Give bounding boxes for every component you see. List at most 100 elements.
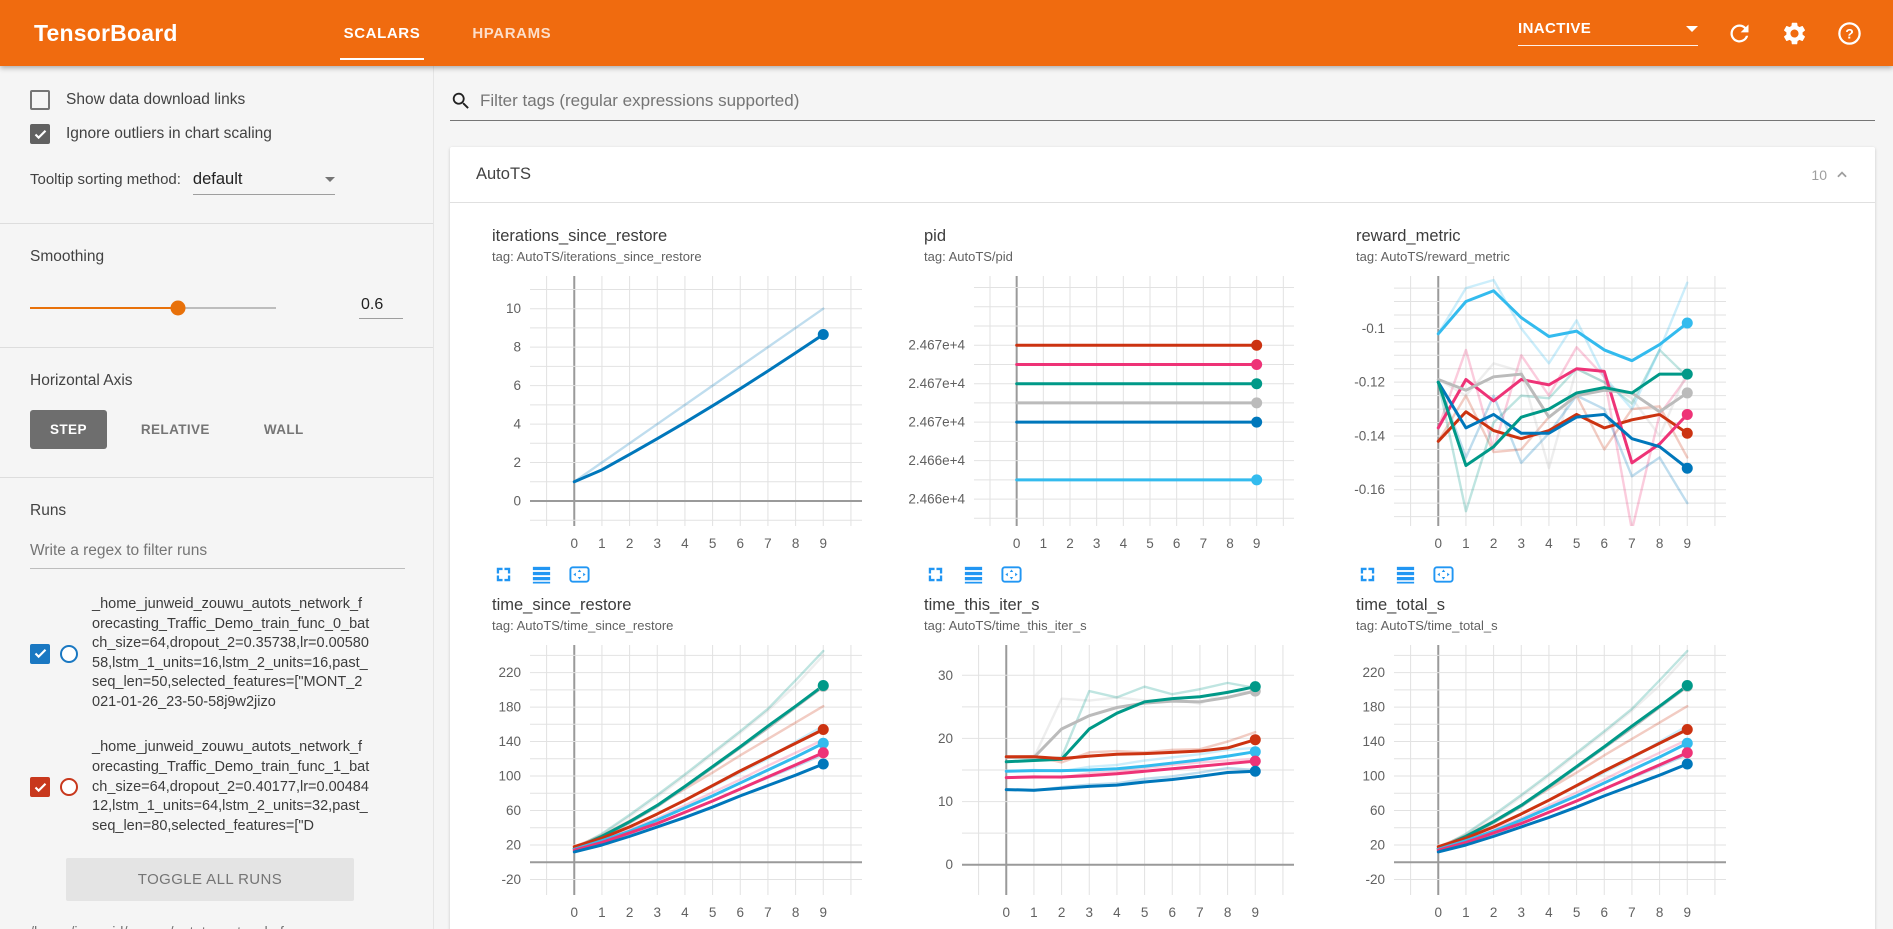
tab-scalars[interactable]: SCALARS — [318, 0, 447, 66]
svg-text:2: 2 — [1490, 536, 1498, 551]
svg-text:60: 60 — [1370, 803, 1385, 818]
run-radio[interactable] — [60, 645, 78, 663]
svg-text:-0.16: -0.16 — [1354, 482, 1385, 497]
svg-text:3: 3 — [654, 536, 662, 551]
chart-plot[interactable]: 0123456789-0.1-0.12-0.14-0.16 — [1336, 268, 1738, 556]
svg-text:8: 8 — [792, 905, 800, 920]
checkbox-unchecked[interactable] — [30, 90, 50, 110]
general-settings-section: Show data download links Ignore outliers… — [0, 66, 433, 224]
svg-text:30: 30 — [938, 668, 953, 683]
check-icon — [33, 780, 48, 795]
svg-text:3: 3 — [1093, 536, 1101, 551]
toggle-runs-selector-icon[interactable] — [1394, 563, 1417, 586]
svg-text:7: 7 — [764, 536, 772, 551]
chart-title: pid — [924, 227, 1336, 246]
svg-text:1: 1 — [1040, 536, 1048, 551]
show-download-links-checkbox-row[interactable]: Show data download links — [30, 90, 403, 110]
chart-plot[interactable]: 0123456789-202060100140180220 — [1336, 637, 1738, 925]
section-collapse-control[interactable]: 10 — [1811, 167, 1849, 183]
svg-text:3: 3 — [1086, 905, 1094, 920]
settings-gear-icon[interactable] — [1781, 20, 1808, 47]
run-item[interactable]: _home_junweid_zouwu_autots_network_forec… — [30, 595, 405, 712]
svg-text:4: 4 — [1545, 536, 1553, 551]
runs-filter-input[interactable] — [30, 538, 405, 569]
chart-plot[interactable]: 01234567890102030 — [904, 637, 1306, 925]
chart-plot[interactable]: 01234567890246810 — [472, 268, 874, 556]
chart-plot[interactable]: 01234567892.467e+42.467e+42.467e+42.466e… — [904, 268, 1306, 556]
svg-text:-20: -20 — [501, 872, 521, 887]
svg-text:3: 3 — [1518, 536, 1526, 551]
svg-text:2: 2 — [1490, 905, 1498, 920]
svg-text:9: 9 — [1252, 905, 1260, 920]
svg-text:1: 1 — [1462, 905, 1470, 920]
tag-filter-input[interactable] — [480, 91, 1875, 111]
run-item[interactable]: _home_junweid_zouwu_autots_network_forec… — [30, 738, 405, 836]
data-status-select[interactable]: INACTIVE — [1518, 20, 1698, 46]
svg-text:-0.14: -0.14 — [1354, 428, 1385, 443]
svg-text:5: 5 — [1573, 905, 1581, 920]
svg-text:0: 0 — [513, 494, 521, 509]
toggle-runs-selector-icon[interactable] — [530, 563, 553, 586]
svg-text:220: 220 — [1362, 665, 1385, 680]
horizontal-axis-buttons: STEP RELATIVE WALL — [30, 410, 403, 449]
toggle-runs-selector-icon[interactable] — [962, 563, 985, 586]
svg-text:2.466e+4: 2.466e+4 — [908, 492, 965, 507]
app-header: TensorBoard SCALARS HPARAMS INACTIVE ? — [0, 0, 1893, 66]
svg-text:8: 8 — [1224, 905, 1232, 920]
chart-toolbar — [1356, 563, 1768, 586]
svg-text:6: 6 — [1601, 905, 1609, 920]
axis-wall-button[interactable]: WALL — [244, 410, 324, 449]
fit-domain-icon[interactable] — [1000, 563, 1023, 586]
slider-knob[interactable] — [170, 300, 185, 315]
svg-text:100: 100 — [1362, 769, 1385, 784]
svg-text:10: 10 — [506, 301, 521, 316]
run-checkbox[interactable] — [30, 644, 50, 664]
chart-title: time_total_s — [1356, 596, 1768, 615]
search-icon — [450, 90, 472, 112]
svg-text:9: 9 — [820, 905, 828, 920]
svg-text:9: 9 — [1684, 905, 1692, 920]
scalar-chart-card: time_since_restoretag: AutoTS/time_since… — [472, 596, 904, 929]
ignore-outliers-checkbox-row[interactable]: Ignore outliers in chart scaling — [30, 124, 403, 144]
svg-text:-0.1: -0.1 — [1362, 321, 1385, 336]
chart-tag: tag: AutoTS/reward_metric — [1356, 249, 1768, 264]
svg-text:20: 20 — [506, 838, 521, 853]
svg-text:140: 140 — [1362, 734, 1385, 749]
svg-text:2: 2 — [1066, 536, 1074, 551]
svg-text:7: 7 — [1200, 536, 1208, 551]
svg-text:6: 6 — [1601, 536, 1609, 551]
tooltip-sorting-select[interactable]: default — [193, 170, 335, 195]
help-icon[interactable]: ? — [1836, 20, 1863, 47]
svg-text:10: 10 — [938, 794, 953, 809]
logdir-path: /home/junweid/zouwu/autots_network_forec… — [30, 923, 330, 929]
svg-text:0: 0 — [1003, 905, 1011, 920]
toggle-all-runs-button[interactable]: TOGGLE ALL RUNS — [66, 858, 354, 901]
axis-relative-button[interactable]: RELATIVE — [121, 410, 230, 449]
svg-text:8: 8 — [1656, 536, 1664, 551]
run-radio[interactable] — [60, 778, 78, 796]
smoothing-slider[interactable] — [30, 307, 276, 309]
chart-tag: tag: AutoTS/time_total_s — [1356, 618, 1768, 633]
chevron-down-icon — [325, 177, 335, 182]
expand-chart-icon[interactable] — [1356, 563, 1379, 586]
svg-text:5: 5 — [709, 905, 717, 920]
svg-text:8: 8 — [792, 536, 800, 551]
run-checkbox[interactable] — [30, 777, 50, 797]
axis-step-button[interactable]: STEP — [30, 410, 107, 449]
svg-text:4: 4 — [513, 417, 521, 432]
smoothing-value-input[interactable]: 0.6 — [359, 296, 403, 319]
checkbox-checked[interactable] — [30, 124, 50, 144]
svg-text:7: 7 — [1628, 905, 1636, 920]
tab-hparams[interactable]: HPARAMS — [446, 0, 577, 66]
svg-text:0: 0 — [945, 857, 953, 872]
fit-domain-icon[interactable] — [1432, 563, 1455, 586]
chart-tag: tag: AutoTS/pid — [924, 249, 1336, 264]
refresh-icon[interactable] — [1726, 20, 1753, 47]
section-header[interactable]: AutoTS 10 — [450, 147, 1875, 203]
svg-text:2: 2 — [626, 905, 634, 920]
svg-text:?: ? — [1845, 25, 1854, 41]
chart-plot[interactable]: 0123456789-202060100140180220 — [472, 637, 874, 925]
expand-chart-icon[interactable] — [492, 563, 515, 586]
expand-chart-icon[interactable] — [924, 563, 947, 586]
fit-domain-icon[interactable] — [568, 563, 591, 586]
